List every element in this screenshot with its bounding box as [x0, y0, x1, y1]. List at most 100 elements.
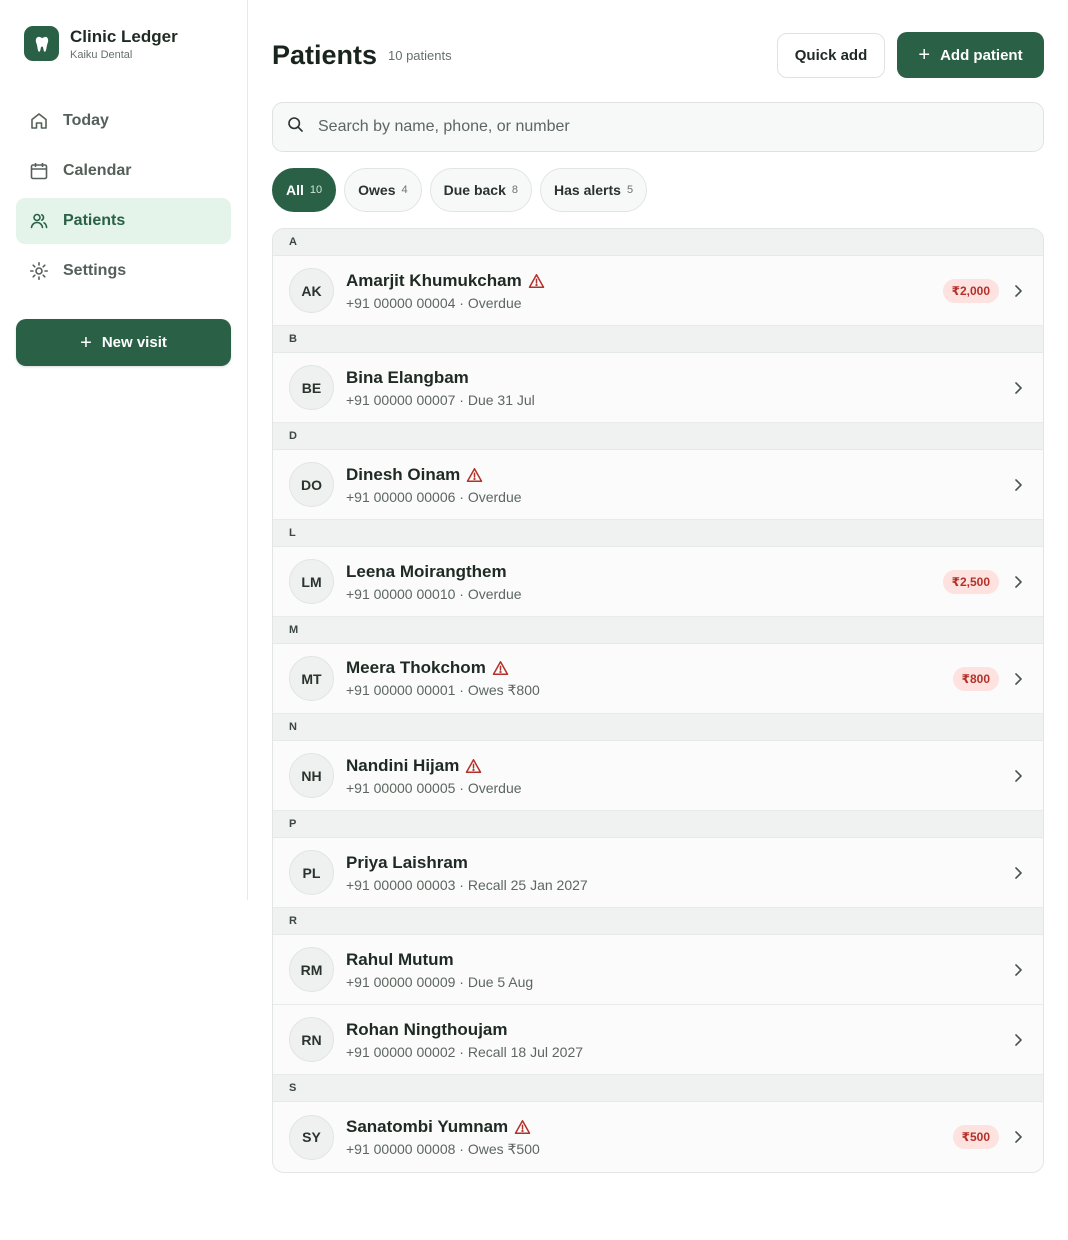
group-header: S [273, 1075, 1043, 1102]
quick-add-button[interactable]: Quick add [777, 33, 885, 78]
filter-due-back[interactable]: Due back 8 [429, 168, 532, 212]
patient-list: A AK Amarjit Khumukcham +91 00000 00004 … [272, 228, 1044, 1173]
filter-count: 10 [309, 184, 323, 196]
patient-meta: +91 00000 00002 · Recall 18 Jul 2027 [346, 1043, 584, 1060]
chevron-right-icon [1011, 866, 1025, 880]
brand[interactable]: Clinic Ledger Kaiku Dental [24, 26, 178, 61]
search-bar [272, 102, 1044, 152]
new-visit-button[interactable]: + New visit [16, 319, 231, 366]
brand-subtitle: Kaiku Dental [70, 48, 133, 61]
filter-chips: All 10 Owes 4 Due back 8 Has alerts 5 [272, 168, 655, 212]
chevron-right-icon [1011, 478, 1025, 492]
patient-row[interactable]: MT Meera Thokchom +91 00000 00001 · Owes… [273, 644, 1043, 714]
search-icon [287, 116, 304, 138]
patient-meta: +91 00000 00009 · Due 5 Aug [346, 973, 534, 990]
patient-row[interactable]: RM Rahul Mutum +91 00000 00009 · Due 5 A… [273, 935, 1043, 1005]
sidebar-item-label: Patients [63, 212, 126, 229]
alert-icon [514, 1119, 531, 1135]
patient-row[interactable]: SY Sanatombi Yumnam +91 00000 00008 · Ow… [273, 1102, 1043, 1172]
patient-meta: +91 00000 00004 · Overdue [346, 294, 522, 311]
patient-row[interactable]: BE Bina Elangbam +91 00000 00007 · Due 3… [273, 353, 1043, 423]
alert-icon [492, 660, 509, 676]
sidebar: Clinic Ledger Kaiku Dental Today Calenda… [0, 0, 248, 900]
alert-icon [528, 273, 545, 289]
patient-name: Sanatombi Yumnam [346, 1116, 509, 1136]
patient-row[interactable]: RN Rohan Ningthoujam +91 00000 00002 · R… [273, 1005, 1043, 1075]
add-patient-button[interactable]: + Add patient [897, 32, 1044, 78]
add-patient-label: Add patient [940, 46, 1023, 64]
avatar: RM [289, 947, 334, 992]
group-header: M [273, 617, 1043, 644]
balance-badge: ₹2,500 [942, 569, 999, 594]
filter-label: Due back [443, 182, 506, 198]
patient-name: Priya Laishram [346, 852, 468, 872]
plus-icon: + [80, 331, 92, 354]
filter-label: Owes [358, 182, 396, 198]
balance-badge: ₹2,000 [942, 278, 999, 303]
new-visit-label: New visit [101, 334, 167, 351]
patient-row[interactable]: DO Dinesh Oinam +91 00000 00006 · Overdu… [273, 450, 1043, 520]
avatar: MT [289, 656, 334, 701]
users-icon [29, 211, 49, 231]
chevron-right-icon [1011, 1130, 1025, 1144]
balance-badge: ₹800 [952, 666, 999, 691]
sidebar-nav: Today Calendar Patients Settings [16, 98, 231, 298]
filter-count: 8 [511, 184, 518, 196]
avatar: RN [289, 1017, 334, 1062]
patient-name: Nandini Hijam [346, 755, 460, 775]
patient-row[interactable]: LM Leena Moirangthem +91 00000 00010 · O… [273, 547, 1043, 617]
brand-title: Clinic Ledger [70, 26, 178, 46]
patient-meta: +91 00000 00007 · Due 31 Jul [346, 391, 535, 408]
filter-all[interactable]: All 10 [272, 168, 337, 212]
sidebar-item-settings[interactable]: Settings [16, 248, 231, 294]
sidebar-item-patients[interactable]: Patients [16, 198, 231, 244]
chevron-right-icon [1011, 672, 1025, 686]
patient-row[interactable]: NH Nandini Hijam +91 00000 00005 · Overd… [273, 741, 1043, 811]
patient-name: Amarjit Khumukcham [346, 270, 522, 290]
sidebar-item-label: Calendar [63, 162, 132, 179]
chevron-right-icon [1011, 575, 1025, 589]
group-header: A [273, 229, 1043, 256]
filter-has-alerts[interactable]: Has alerts 5 [540, 168, 648, 212]
patient-meta: +91 00000 00006 · Overdue [346, 488, 522, 505]
filter-label: All [286, 182, 304, 198]
group-header: R [273, 908, 1043, 935]
group-header: L [273, 520, 1043, 547]
patient-meta: +91 00000 00005 · Overdue [346, 779, 522, 796]
group-header: N [273, 714, 1043, 741]
patient-name: Rohan Ningthoujam [346, 1019, 508, 1039]
chevron-right-icon [1011, 963, 1025, 977]
patient-row[interactable]: PL Priya Laishram +91 00000 00003 · Reca… [273, 838, 1043, 908]
group-header: P [273, 811, 1043, 838]
patient-meta: +91 00000 00008 · Owes ₹500 [346, 1140, 540, 1157]
avatar: DO [289, 462, 334, 507]
filter-label: Has alerts [554, 182, 621, 198]
avatar: LM [289, 559, 334, 604]
patient-meta: +91 00000 00001 · Owes ₹800 [346, 682, 540, 698]
patient-name: Rahul Mutum [346, 949, 454, 969]
chevron-right-icon [1011, 381, 1025, 395]
patient-meta: +91 00000 00010 · Overdue [346, 585, 522, 602]
home-icon [29, 111, 49, 131]
sidebar-item-today[interactable]: Today [16, 98, 231, 144]
sidebar-item-calendar[interactable]: Calendar [16, 148, 231, 194]
patient-name: Bina Elangbam [346, 367, 469, 387]
search-input[interactable] [318, 118, 998, 136]
avatar: AK [289, 268, 334, 313]
patient-meta: +91 00000 00003 · Recall 25 Jan 2027 [346, 876, 588, 893]
avatar: BE [289, 365, 334, 410]
patient-name: Dinesh Oinam [346, 464, 461, 484]
chevron-right-icon [1011, 1033, 1025, 1047]
group-header: B [273, 326, 1043, 353]
alert-icon [465, 758, 482, 774]
patient-row[interactable]: AK Amarjit Khumukcham +91 00000 00004 · … [273, 256, 1043, 326]
chevron-right-icon [1011, 284, 1025, 298]
alert-icon [466, 467, 483, 483]
patient-name: Meera Thokchom [346, 658, 486, 677]
filter-count: 4 [401, 184, 408, 196]
page-title: Patients [272, 40, 378, 70]
filter-count: 5 [626, 184, 634, 196]
plus-icon: + [918, 44, 931, 66]
filter-owes[interactable]: Owes 4 [344, 168, 422, 212]
avatar: PL [289, 850, 334, 895]
